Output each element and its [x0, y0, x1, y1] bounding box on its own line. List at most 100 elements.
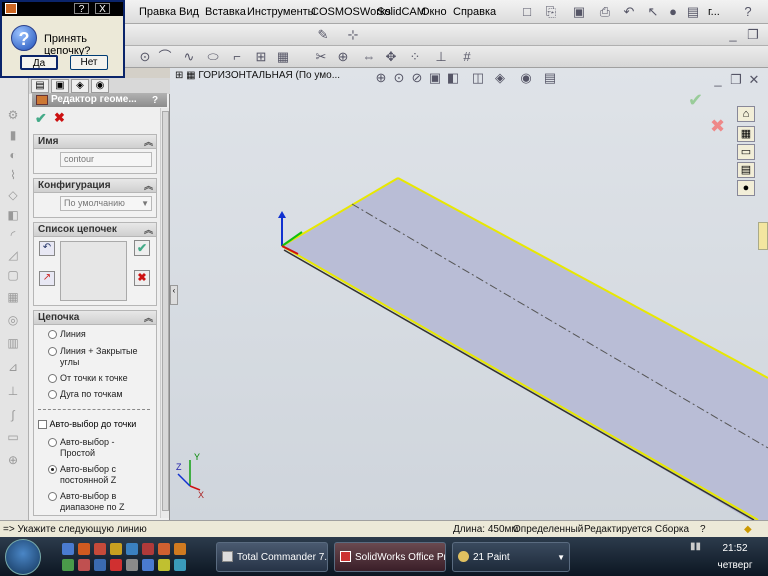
mirror-icon[interactable]: ⇔: [361, 49, 377, 65]
auto-option-z-range[interactable]: Авто-выбор в диапазоне по Z: [48, 491, 152, 513]
dialog-help-button[interactable]: ?: [74, 3, 89, 15]
quicklaunch-icon[interactable]: [142, 559, 154, 571]
radio[interactable]: [48, 492, 57, 501]
cancel-x-icon[interactable]: ✖: [54, 110, 65, 126]
name-group-header[interactable]: Имя ︽: [34, 135, 156, 149]
yes-button[interactable]: Да: [20, 55, 58, 70]
minimize-icon[interactable]: _: [725, 27, 741, 43]
folder-icon[interactable]: ▭: [737, 144, 755, 160]
library-icon[interactable]: ▦: [737, 126, 755, 142]
draft-icon[interactable]: ⊿: [5, 360, 21, 374]
spline-icon[interactable]: ∿: [181, 49, 197, 65]
menu-edit[interactable]: Правка: [139, 6, 176, 18]
scroll-thumb[interactable]: [162, 111, 169, 511]
help-status-icon[interactable]: ?: [700, 524, 706, 535]
radio-selected[interactable]: [48, 465, 57, 474]
rebuild-icon[interactable]: ●: [665, 4, 681, 20]
graphics-viewport[interactable]: ⊞ ▦ ГОРИЗОНТАЛЬНАЯ (По умо... ⊕ ⊙ ⊘ ▣ ◧ …: [170, 68, 768, 520]
rib-icon[interactable]: ▥: [5, 336, 21, 350]
quicklaunch-icon[interactable]: [126, 559, 138, 571]
pattern-icon[interactable]: ⁘: [407, 49, 423, 65]
circle-icon[interactable]: ⊙: [137, 49, 153, 65]
auto-option-simple[interactable]: Авто-выбор - Простой: [48, 437, 152, 459]
save-icon[interactable]: ▣: [571, 4, 587, 20]
confirm-ok-icon[interactable]: ✔: [688, 90, 703, 110]
sweep-icon[interactable]: ⌇: [5, 168, 21, 182]
dropdown-arrow-icon[interactable]: ▼: [557, 543, 565, 571]
task-pane-toggle[interactable]: [758, 222, 768, 250]
radio[interactable]: [48, 347, 57, 356]
no-button[interactable]: Нет: [70, 55, 108, 70]
rebuild-status-icon[interactable]: ◆: [744, 524, 752, 535]
reject-chain-icon[interactable]: ✖: [134, 270, 150, 286]
move-icon[interactable]: ✥: [383, 49, 399, 65]
print-icon[interactable]: ⎙: [597, 4, 613, 20]
radio[interactable]: [48, 374, 57, 383]
quicklaunch-icon[interactable]: [142, 543, 154, 555]
cut-icon[interactable]: ◧: [5, 208, 21, 222]
clock[interactable]: 21:52 четверг: [705, 543, 765, 571]
chain-option-arc-points[interactable]: Дуга по точкам: [48, 389, 123, 400]
feature-icon[interactable]: ⚙: [5, 108, 21, 122]
tab-solidcam[interactable]: ◉: [91, 79, 109, 93]
confirm-cancel-icon[interactable]: ✖: [710, 116, 725, 136]
radio[interactable]: [48, 390, 57, 399]
extrude-icon[interactable]: ▮: [5, 128, 21, 142]
arc-icon[interactable]: ⌒: [157, 49, 173, 65]
home-icon[interactable]: ⌂: [737, 106, 755, 122]
auto-select-checkbox[interactable]: [38, 420, 47, 430]
pattern-feature-icon[interactable]: ▦: [5, 290, 21, 304]
fillet-icon[interactable]: ⌐: [229, 49, 245, 65]
quicklaunch-icon[interactable]: [110, 543, 122, 555]
model-canvas[interactable]: Y Z X ✔ ✖: [170, 68, 768, 520]
plane-icon[interactable]: ▦: [275, 49, 291, 65]
relation-icon[interactable]: ⊥: [433, 49, 449, 65]
task-paint-group[interactable]: 21 Paint ▼: [452, 542, 570, 572]
select-icon[interactable]: ↖: [645, 4, 661, 20]
quicklaunch-icon[interactable]: [62, 559, 74, 571]
menu-help[interactable]: Справка: [453, 6, 496, 18]
appearances-icon[interactable]: ●: [737, 180, 755, 196]
pane-splitter[interactable]: ‹: [170, 285, 178, 305]
task-total-commander[interactable]: Total Commander 7.5...: [216, 542, 328, 572]
quicklaunch-icon[interactable]: [94, 559, 106, 571]
name-field[interactable]: contour: [60, 152, 152, 167]
trim-icon[interactable]: ✂: [313, 49, 329, 65]
chain-list-group-header[interactable]: Список цепочек ︽: [34, 223, 156, 237]
menu-window[interactable]: Окно: [421, 6, 447, 18]
ok-check-icon[interactable]: ✔: [35, 110, 47, 127]
auto-option-constant-z[interactable]: Авто-выбор с постоянной Z: [48, 464, 152, 486]
menu-view[interactable]: Вид: [179, 6, 199, 18]
tab-config[interactable]: ◈: [71, 79, 89, 93]
quicklaunch-icon[interactable]: [110, 559, 122, 571]
grid-icon[interactable]: #: [459, 49, 475, 65]
collapse-chevron-icon[interactable]: ︽: [144, 311, 153, 325]
selection-filter-icon[interactable]: ⊹: [345, 27, 361, 43]
reverse-chain-icon[interactable]: ↗: [39, 271, 55, 286]
chain-option-line[interactable]: Линия: [48, 329, 86, 340]
chain-list-box[interactable]: [60, 241, 127, 301]
chain-option-line-corners[interactable]: Линия + Закрытые углы: [48, 346, 152, 368]
new-doc-icon[interactable]: □: [519, 4, 535, 20]
weld-icon[interactable]: ⊕: [5, 453, 21, 467]
radio[interactable]: [48, 438, 57, 447]
quicklaunch-icon[interactable]: [158, 543, 170, 555]
pm-scrollbar[interactable]: [160, 108, 169, 518]
hole-icon[interactable]: ◎: [5, 313, 21, 327]
undo-icon[interactable]: ↶: [621, 4, 637, 20]
options-icon[interactable]: ▤: [685, 4, 701, 20]
reference-icon[interactable]: ⊥: [5, 384, 21, 398]
tray-icon[interactable]: ▮▮: [690, 541, 701, 552]
dialog-close-button[interactable]: X: [95, 3, 110, 15]
chamfer-icon[interactable]: ◿: [5, 248, 21, 262]
quicklaunch-icon[interactable]: [78, 543, 90, 555]
menu-tools[interactable]: Инструменты: [247, 6, 316, 18]
collapse-chevron-icon[interactable]: ︽: [144, 179, 153, 193]
auto-select-checkbox-row[interactable]: Авто-выбор до точки: [38, 419, 136, 430]
quicklaunch-icon[interactable]: [78, 559, 90, 571]
edit-tool-icon[interactable]: ✎: [315, 27, 331, 43]
tab-property[interactable]: ▣: [51, 79, 69, 93]
quicklaunch-icon[interactable]: [94, 543, 106, 555]
loft-icon[interactable]: ◇: [5, 188, 21, 202]
collapse-chevron-icon[interactable]: ︽: [144, 223, 153, 237]
